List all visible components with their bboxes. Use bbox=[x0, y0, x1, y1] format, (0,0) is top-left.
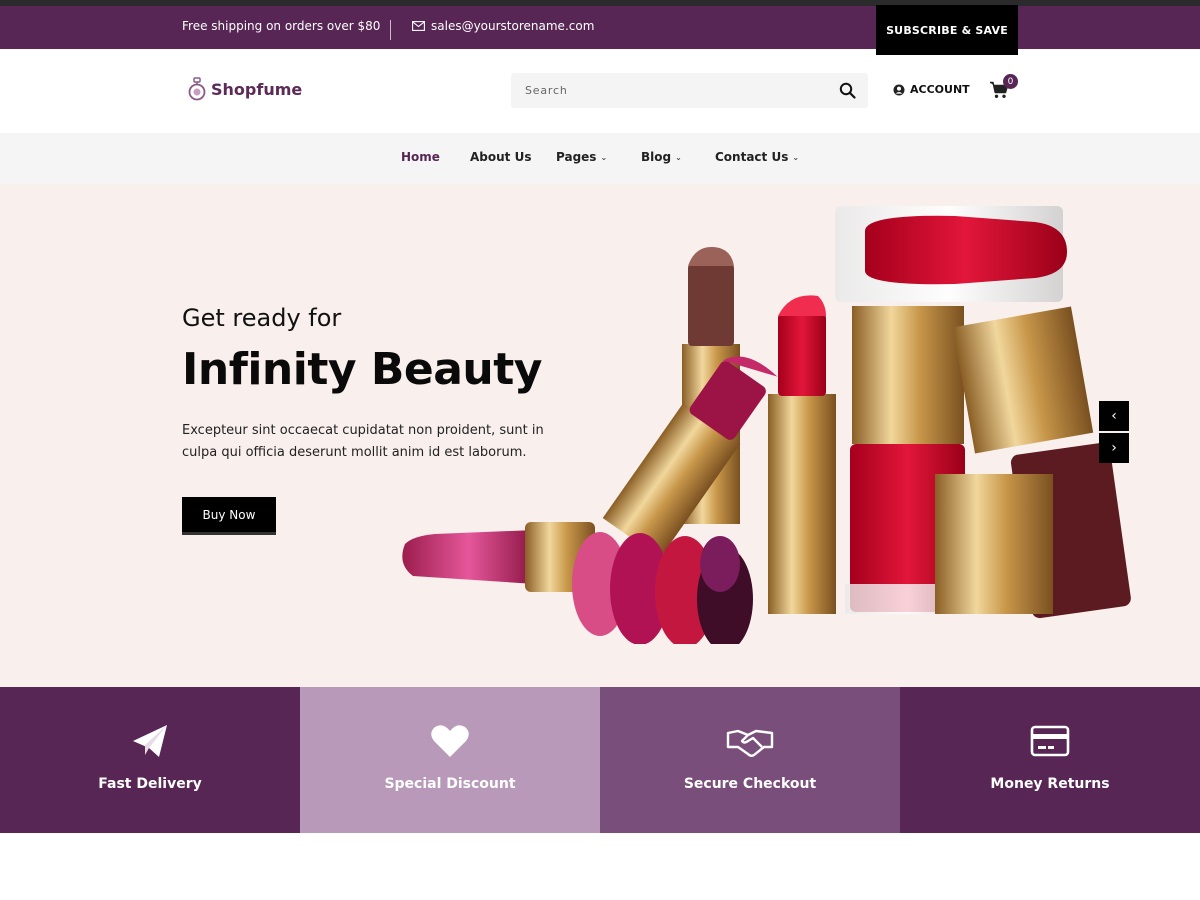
feature-label: Fast Delivery bbox=[98, 776, 202, 792]
email-address: sales@yourstorename.com bbox=[431, 19, 595, 33]
nav-item-home[interactable]: Home bbox=[401, 150, 440, 164]
nav-label: Contact Us bbox=[715, 150, 789, 164]
chevron-down-icon: ⌄ bbox=[675, 152, 682, 162]
site-logo[interactable]: Shopfume bbox=[186, 77, 302, 101]
announcement-bar: Free shipping on orders over $80 sales@y… bbox=[0, 6, 1200, 49]
handshake-icon bbox=[726, 729, 774, 757]
paper-plane-icon bbox=[133, 725, 167, 757]
chevron-down-icon: ⌄ bbox=[600, 152, 608, 162]
cart-count-badge: 0 bbox=[1003, 74, 1018, 89]
slider-next-button[interactable]: › bbox=[1099, 433, 1129, 463]
main-navigation: Home About Us Pages ⌄ Blog ⌄ Contact Us … bbox=[0, 133, 1200, 184]
feature-strip: Fast Delivery Special Discount Secure Ch… bbox=[0, 687, 1200, 833]
envelope-icon bbox=[412, 21, 425, 31]
slider-prev-button[interactable]: ‹ bbox=[1099, 401, 1129, 431]
feature-money-returns: Money Returns bbox=[900, 687, 1200, 833]
nav-label: Blog bbox=[641, 150, 672, 164]
account-label: ACCOUNT bbox=[910, 83, 970, 96]
magnifier-icon[interactable] bbox=[839, 82, 856, 99]
hero-kicker: Get ready for bbox=[182, 304, 342, 332]
nav-item-about-us[interactable]: About Us bbox=[470, 150, 531, 164]
nav-item-blog[interactable]: Blog ⌄ bbox=[641, 150, 682, 164]
feature-fast-delivery: Fast Delivery bbox=[0, 687, 300, 833]
site-header: Shopfume ACCOUNT 0 bbox=[0, 49, 1200, 133]
logo-text: Shopfume bbox=[211, 79, 303, 99]
nav-item-pages[interactable]: Pages ⌄ bbox=[556, 150, 607, 164]
feature-special-discount: Special Discount bbox=[300, 687, 600, 833]
nav-label: Home bbox=[401, 150, 440, 164]
perfume-bottle-icon bbox=[188, 77, 206, 101]
feature-label: Secure Checkout bbox=[683, 776, 817, 792]
search-box bbox=[511, 73, 868, 108]
nav-label: About Us bbox=[470, 150, 532, 164]
search-input[interactable] bbox=[511, 73, 831, 108]
nav-item-contact-us[interactable]: Contact Us ⌄ bbox=[715, 150, 799, 164]
feature-secure-checkout: Secure Checkout bbox=[600, 687, 900, 833]
email-link[interactable]: sales@yourstorename.com bbox=[412, 19, 594, 33]
subscribe-save-button[interactable]: SUBSCRIBE & SAVE bbox=[876, 5, 1018, 55]
feature-label: Money Returns bbox=[990, 776, 1110, 792]
chevron-down-icon: ⌄ bbox=[792, 152, 800, 162]
topbar-divider bbox=[390, 20, 391, 40]
nav-label: Pages bbox=[556, 150, 597, 164]
user-circle-icon bbox=[893, 84, 905, 95]
feature-label: Special Discount bbox=[384, 776, 516, 792]
heart-icon bbox=[431, 725, 469, 757]
credit-card-icon bbox=[1030, 725, 1070, 757]
buy-now-button[interactable]: Buy Now bbox=[182, 497, 276, 535]
cart-button[interactable]: 0 bbox=[989, 74, 1018, 101]
lipsticks-and-nail-polish-image bbox=[402, 206, 1131, 644]
free-shipping-text: Free shipping on orders over $80 bbox=[182, 19, 381, 33]
account-link[interactable]: ACCOUNT bbox=[893, 83, 970, 96]
hero-slider: Get ready for Infinity Beauty Excepteur … bbox=[0, 184, 1200, 687]
